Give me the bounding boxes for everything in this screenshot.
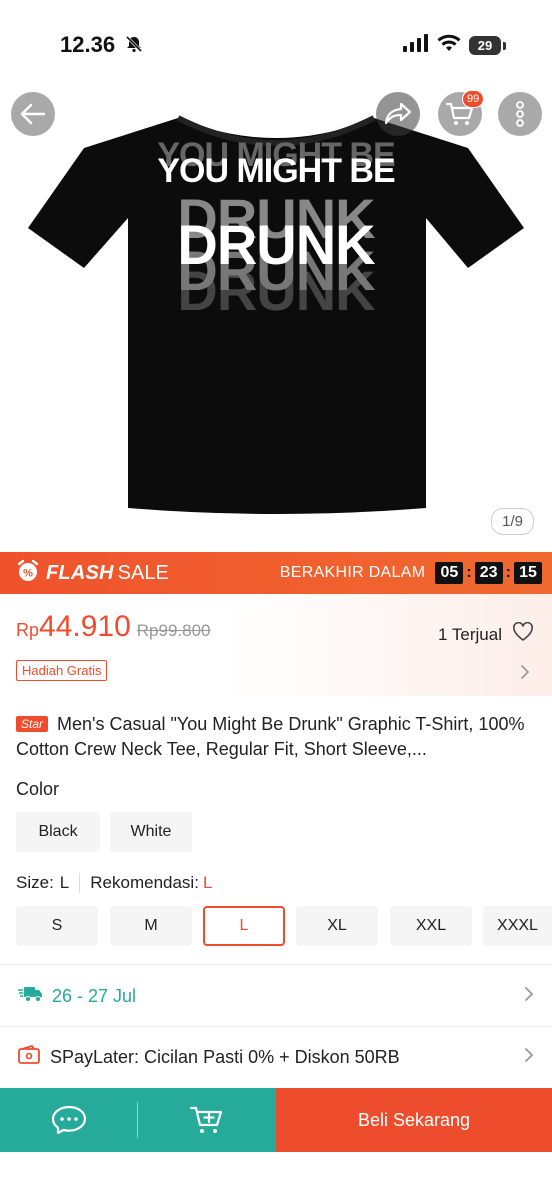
size-value: L	[59, 873, 70, 892]
chevron-right-icon[interactable]	[520, 664, 530, 685]
countdown-seconds: 15	[514, 562, 542, 584]
recommendation-value: L	[202, 873, 213, 892]
size-option-m[interactable]: M	[110, 906, 192, 946]
price-current: 44.910	[39, 610, 131, 643]
cart-count-badge: 99	[462, 90, 485, 108]
image-counter: 1/9	[491, 508, 534, 535]
signal-icon	[403, 34, 429, 57]
countdown: BERAKHIR DALAM 05 : 23 : 15	[280, 562, 542, 584]
chevron-right-icon	[524, 1047, 534, 1068]
alarm-clock-icon: %	[16, 559, 40, 588]
paylater-text: SPayLater: Cicilan Pasti 0% + Diskon 50R…	[50, 1046, 400, 1067]
arrow-left-icon	[20, 103, 46, 125]
wifi-icon	[437, 34, 461, 57]
flash-sale-bar[interactable]: % FLASH SALE BERAKHIR DALAM 05 : 23 : 15	[0, 552, 552, 594]
countdown-separator: :	[505, 564, 511, 581]
paylater-row[interactable]: SPayLater: Cicilan Pasti 0% + Diskon 50R…	[0, 1027, 552, 1087]
ends-in-label: BERAKHIR DALAM	[279, 564, 426, 581]
share-icon	[384, 102, 412, 125]
add-to-cart-button[interactable]	[138, 1088, 276, 1152]
size-option-l[interactable]: L	[203, 906, 285, 946]
section-divider	[0, 964, 552, 965]
price-section: Rp 44.910 Rp99.800 1 Terjual Hadiah Grat…	[0, 594, 552, 696]
svg-text:%: %	[23, 567, 33, 579]
flash-sale-title-rest: SALE	[117, 561, 169, 584]
shirt-print-line2: DRUNK	[177, 213, 375, 276]
sold-count: 1 Terjual	[438, 621, 534, 647]
size-option-s[interactable]: S	[16, 906, 98, 946]
star-seller-badge: Star	[16, 716, 49, 732]
share-button[interactable]	[376, 92, 420, 136]
chat-button[interactable]	[0, 1088, 138, 1152]
sold-label: 1 Terjual	[438, 624, 502, 644]
flash-sale-title-bold: FLASH	[46, 561, 114, 584]
size-label: Size:	[16, 873, 54, 892]
delivery-date: 26 - 27 Jul	[52, 985, 137, 1006]
size-header: Size: L Rekomendasi: L	[16, 873, 212, 893]
status-bar: 12.36 29	[0, 0, 552, 88]
product-photo: YOU MIGHT BE YOU MIGHT BE DRUNK DRUNK DR…	[28, 108, 524, 528]
more-options-button[interactable]	[498, 92, 542, 136]
size-option-xxl[interactable]: XXL	[390, 906, 472, 946]
wallet-icon	[18, 1044, 40, 1070]
back-button[interactable]	[11, 92, 55, 136]
battery-indicator: 29	[469, 36, 501, 55]
shipping-row[interactable]: 26 - 27 Jul	[0, 966, 552, 1026]
bottom-bar-divider	[137, 1102, 138, 1138]
bottom-action-bar: Beli Sekarang	[0, 1088, 552, 1152]
countdown-minutes: 23	[474, 562, 503, 584]
recommendation-label: Rekomendasi:	[90, 873, 199, 892]
countdown-hours: 05	[435, 562, 464, 584]
price: Rp 44.910 Rp99.800	[16, 610, 211, 644]
size-header-divider	[79, 873, 81, 893]
delivery-truck-icon	[18, 985, 42, 1008]
price-original: Rp99.800	[136, 621, 211, 640]
color-option-white[interactable]: White	[110, 812, 192, 852]
size-option-xl[interactable]: XL	[296, 906, 378, 946]
chevron-right-icon	[524, 986, 534, 1007]
color-option-black[interactable]: Black	[16, 812, 100, 852]
price-currency: Rp	[16, 620, 40, 640]
color-label: Color	[16, 779, 60, 799]
silent-bell-icon	[125, 35, 143, 58]
heart-icon[interactable]	[512, 621, 534, 647]
cart-button[interactable]: 99	[438, 90, 485, 136]
countdown-separator: :	[466, 564, 472, 581]
chat-bubble-icon	[51, 1105, 87, 1135]
battery-cap	[503, 41, 506, 50]
add-to-cart-icon	[189, 1106, 223, 1133]
size-option-xxxl[interactable]: XXXL	[483, 906, 552, 946]
buy-now-button[interactable]: Beli Sekarang	[276, 1088, 552, 1152]
product-title: Star Men's Casual "You Might Be Drunk" G…	[16, 712, 536, 762]
status-time: 12.36	[60, 32, 116, 57]
free-gift-badge[interactable]: Hadiah Gratis	[16, 660, 108, 681]
more-vertical-icon	[516, 101, 524, 127]
product-image-area[interactable]: 12.36 29 99 YOU MIGHT BE YOU MIGHT BE DR…	[0, 0, 552, 552]
product-title-text: Men's Casual "You Might Be Drunk" Graphi…	[16, 714, 525, 759]
